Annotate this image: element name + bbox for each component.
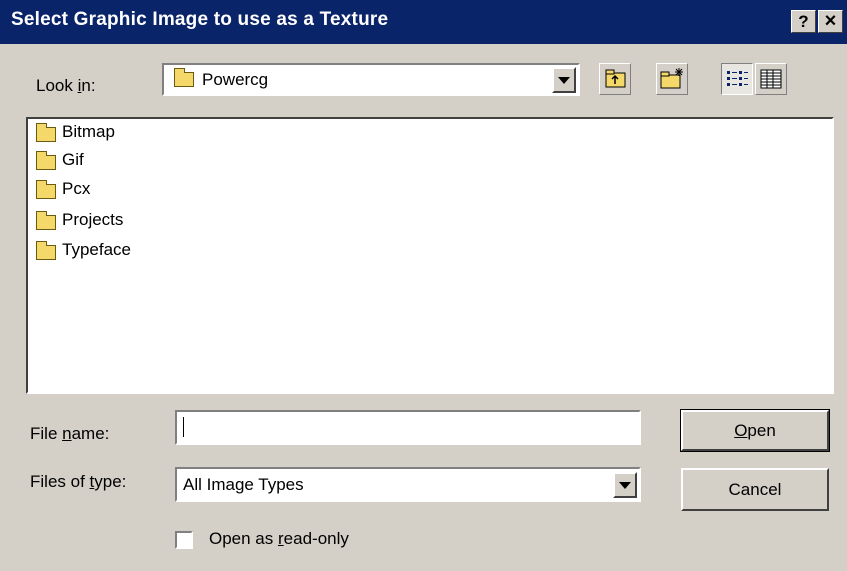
- list-item-label: Gif: [62, 150, 84, 169]
- close-icon: ×: [824, 10, 837, 32]
- read-only-label: Open as read-only: [209, 529, 349, 548]
- list-view-icon: [727, 71, 748, 86]
- chevron-down-icon: [558, 76, 570, 84]
- file-type-value: All Image Types: [183, 475, 304, 494]
- help-icon: ?: [798, 12, 809, 31]
- look-in-label: Look in:: [36, 76, 96, 95]
- details-view-icon: [760, 69, 782, 89]
- up-one-level-icon: [605, 69, 626, 88]
- chevron-down-icon: [619, 481, 631, 489]
- list-view-button[interactable]: [721, 63, 753, 95]
- file-type-label: Files of type:: [30, 472, 127, 491]
- list-item[interactable]: Projects: [36, 207, 123, 233]
- folder-icon: [36, 210, 56, 230]
- list-item-label: Pcx: [62, 179, 91, 198]
- open-button[interactable]: Open: [680, 409, 830, 452]
- list-item-label: Bitmap: [62, 122, 115, 141]
- create-new-folder-icon: [660, 68, 683, 89]
- window-title: Select Graphic Image to use as a Texture: [11, 9, 389, 30]
- list-item[interactable]: Bitmap: [36, 119, 115, 145]
- cancel-button-label: Cancel: [728, 479, 782, 499]
- look-in-dropdown-button[interactable]: [552, 67, 576, 93]
- create-new-folder-button[interactable]: [656, 63, 688, 95]
- folder-icon: [36, 179, 56, 199]
- look-in-combobox[interactable]: Powercg: [162, 63, 580, 96]
- file-list[interactable]: Bitmap Gif Pcx Projects Typeface: [26, 117, 834, 394]
- list-item-label: Projects: [62, 210, 124, 229]
- folder-open-icon: [174, 68, 194, 87]
- folder-icon: [36, 122, 56, 142]
- folder-icon: [36, 150, 56, 170]
- cancel-button[interactable]: Cancel: [681, 468, 829, 511]
- folder-icon: [36, 240, 56, 260]
- text-cursor: [183, 417, 184, 437]
- list-item[interactable]: Typeface: [36, 237, 131, 263]
- list-item-label: Typeface: [62, 240, 131, 259]
- details-view-button[interactable]: [755, 63, 787, 95]
- file-type-combobox[interactable]: All Image Types: [175, 467, 641, 502]
- up-one-level-button[interactable]: [599, 63, 631, 95]
- list-item[interactable]: Pcx: [36, 176, 90, 202]
- read-only-checkbox[interactable]: [175, 531, 193, 549]
- list-item[interactable]: Gif: [36, 147, 84, 173]
- file-name-label: File name:: [30, 424, 110, 443]
- file-type-dropdown-button[interactable]: [613, 472, 637, 498]
- open-button-label: Open: [734, 420, 776, 440]
- close-button[interactable]: ×: [818, 10, 843, 33]
- look-in-value: Powercg: [202, 70, 269, 89]
- file-name-input[interactable]: [175, 410, 641, 445]
- help-button[interactable]: ?: [791, 10, 816, 33]
